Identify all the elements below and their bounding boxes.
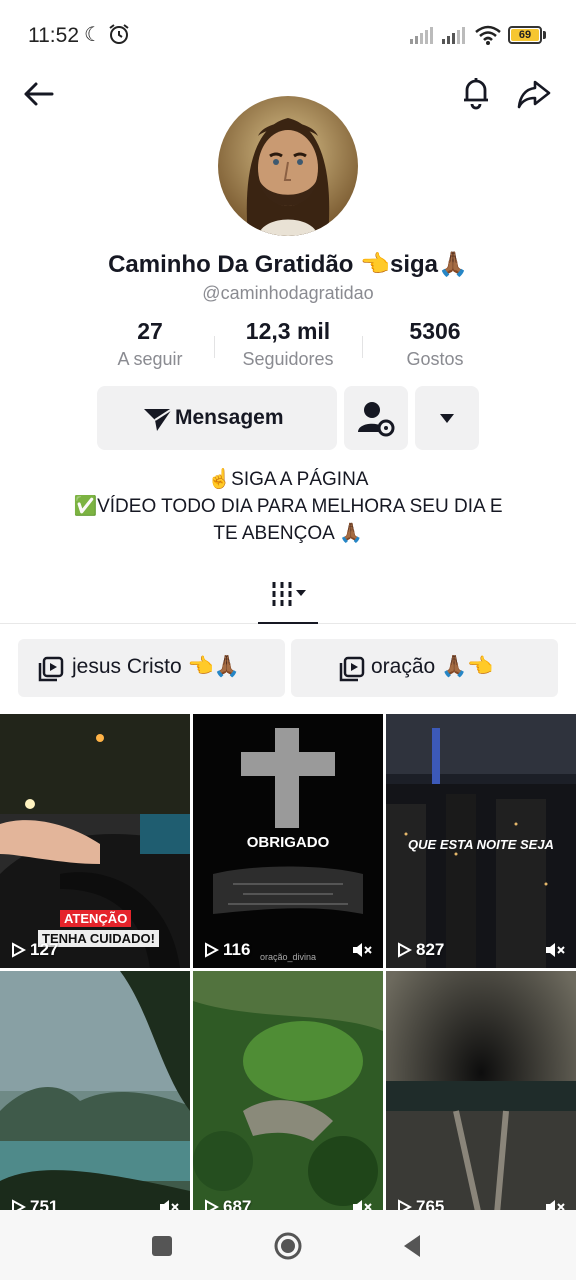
signal-icon <box>442 27 465 44</box>
bio-line: ✅VÍDEO TODO DIA PARA MELHORA SEU DIA E <box>73 496 503 517</box>
more-options-button[interactable] <box>415 386 479 450</box>
alarm-icon <box>109 24 129 44</box>
stat-value: 12,3 mil <box>245 318 331 344</box>
status-bar: 11:52 ☾ 69 <box>0 0 576 70</box>
view-count: 116 <box>203 940 250 960</box>
view-count: 765 <box>396 1197 444 1210</box>
battery-tip <box>543 31 546 39</box>
do-not-disturb-icon: ☾ <box>84 24 102 46</box>
video-thumbnail[interactable]: QUE ESTA NOITE SEJA 827 <box>386 714 576 968</box>
divider <box>214 336 215 358</box>
video-overlay-text: ATENÇÃO <box>60 910 132 927</box>
view-count-value: 127 <box>30 940 59 959</box>
send-icon <box>144 408 173 431</box>
recent-apps-icon[interactable] <box>146 1230 178 1262</box>
play-icon <box>398 1199 412 1210</box>
stat-following[interactable]: 27 A seguir <box>80 318 220 370</box>
view-count-value: 765 <box>416 1197 445 1210</box>
play-icon <box>205 1199 219 1210</box>
friend-settings-button[interactable] <box>344 386 408 450</box>
caret-down-icon <box>440 414 454 423</box>
video-thumbnail[interactable]: 751 <box>0 971 190 1210</box>
video-thumbnail[interactable]: OBRIGADO oração_divina 116 <box>193 714 383 968</box>
play-icon <box>205 942 219 958</box>
thumbnail-image <box>0 971 190 1210</box>
view-count-value: 116 <box>223 940 251 959</box>
share-icon[interactable] <box>516 76 552 112</box>
view-count: 687 <box>203 1197 251 1210</box>
stat-value: 5306 <box>409 318 461 344</box>
bio-line: ☝️SIGA A PÁGINA <box>207 469 369 490</box>
playlist-label: jesus Cristo 👈🙏🏾 <box>72 655 240 678</box>
playlist-icon <box>38 656 64 682</box>
avatar-portrait <box>218 96 358 236</box>
grid-filter-icon <box>272 582 306 606</box>
back-icon[interactable] <box>396 1230 428 1262</box>
username: @caminhodagratidao <box>202 283 374 303</box>
signal-icon <box>410 27 433 44</box>
message-button[interactable]: Mensagem <box>97 386 337 450</box>
mute-icon <box>546 943 565 957</box>
tab-videos[interactable] <box>258 570 318 624</box>
arrow-left-icon[interactable] <box>20 76 56 112</box>
playlist-item[interactable]: jesus Cristo 👈🙏🏾 <box>18 639 285 697</box>
system-navigation-bar <box>0 1210 576 1280</box>
stat-followers[interactable]: 12,3 mil Seguidores <box>218 318 358 370</box>
stat-label: Seguidores <box>242 349 334 369</box>
divider <box>362 336 363 358</box>
play-icon <box>12 942 26 958</box>
thumbnail-image <box>386 971 576 1210</box>
view-count-value: 751 <box>30 1197 59 1210</box>
playlist-label: oração 🙏🏾👈 <box>371 655 494 678</box>
video-overlay-text: OBRIGADO <box>246 834 330 851</box>
user-gear-icon <box>358 402 395 437</box>
view-count-value: 827 <box>416 940 445 959</box>
status-time: 11:52 <box>28 24 79 47</box>
play-icon <box>398 942 412 958</box>
profile-stats: 27 A seguir 12,3 mil Seguidores 5306 Gos… <box>80 318 500 378</box>
bell-icon[interactable] <box>458 74 494 110</box>
video-overlay-text: QUE ESTA NOITE SEJA <box>408 837 554 852</box>
video-thumbnail[interactable]: ATENÇÃO TENHA CUIDADO! 127 <box>0 714 190 968</box>
stat-likes[interactable]: 5306 Gostos <box>365 318 505 370</box>
content-tabs <box>0 570 576 624</box>
display-name: Caminho Da Gratidão 👈siga🙏🏾 <box>108 251 468 278</box>
video-thumbnail[interactable]: 765 <box>386 971 576 1210</box>
avatar[interactable] <box>218 96 358 236</box>
battery-level: 69 <box>511 29 539 41</box>
video-thumbnail[interactable]: 687 <box>193 971 383 1210</box>
view-count: 827 <box>396 940 444 960</box>
mute-icon <box>546 1200 565 1210</box>
view-count: 127 <box>10 940 58 960</box>
battery-indicator: 69 <box>508 26 542 44</box>
message-button-label: Mensagem <box>175 406 284 429</box>
mute-icon <box>160 1200 179 1210</box>
mute-icon <box>353 943 372 957</box>
wifi-icon <box>475 25 501 45</box>
play-icon <box>12 1199 26 1210</box>
stat-value: 27 <box>137 318 163 344</box>
stat-label: Gostos <box>406 349 464 369</box>
bio-line: TE ABENÇOA 🙏🏾 <box>213 523 363 544</box>
thumbnail-image <box>193 971 383 1210</box>
playlists: jesus Cristo 👈🙏🏾 oração 🙏🏾👈 <box>18 639 558 697</box>
home-icon[interactable] <box>272 1230 304 1262</box>
view-count-value: 687 <box>223 1197 252 1210</box>
view-count: 751 <box>10 1197 58 1210</box>
video-grid: ATENÇÃO TENHA CUIDADO! 127 OBRIGADO oraç… <box>0 714 576 1210</box>
playlist-icon <box>339 656 365 682</box>
playlist-item[interactable]: oração 🙏🏾👈 <box>291 639 558 697</box>
mute-icon <box>353 1200 372 1210</box>
profile-bio: ☝️SIGA A PÁGINA ✅VÍDEO TODO DIA PARA MEL… <box>40 466 536 547</box>
stat-label: A seguir <box>117 349 183 369</box>
